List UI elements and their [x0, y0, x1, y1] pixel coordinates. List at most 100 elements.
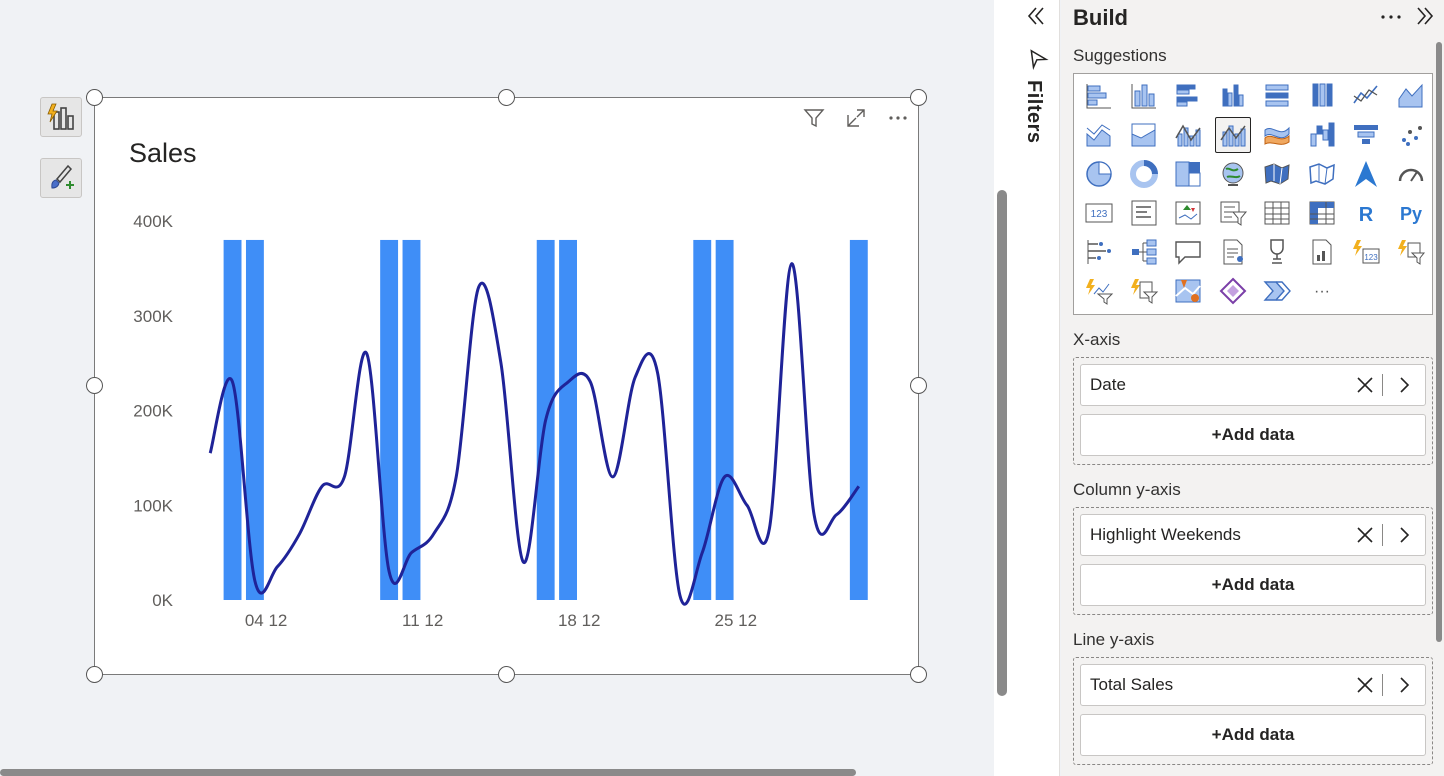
collapse-left-icon[interactable] — [1024, 4, 1048, 34]
filters-label[interactable]: Filters — [1022, 80, 1045, 144]
svg-text:R: R — [1359, 204, 1374, 226]
weekend-bar — [693, 239, 712, 600]
goals-icon[interactable] — [1259, 234, 1295, 270]
clustered-bar-icon[interactable] — [1170, 78, 1206, 114]
pane-title: Build — [1073, 5, 1128, 30]
clustered-column-icon[interactable] — [1215, 78, 1251, 114]
line-y-axis-label: Line y-axis — [1073, 630, 1155, 649]
line-y-axis-field[interactable]: Total Sales — [1080, 664, 1426, 706]
area-chart-icon[interactable] — [1393, 78, 1429, 114]
stacked-area-icon[interactable] — [1081, 117, 1117, 153]
map-icon[interactable] — [1215, 156, 1251, 192]
combo-chart-visual[interactable]: Sales 0K 100K 200K 300K 400K 04 12 11 12 18 12 2… — [94, 97, 919, 675]
decomposition-tree-icon[interactable] — [1126, 234, 1162, 270]
resize-handle[interactable] — [498, 666, 515, 683]
donut-chart-icon[interactable] — [1126, 156, 1162, 192]
weekend-bar — [402, 239, 421, 600]
resize-handle[interactable] — [910, 666, 927, 683]
funnel-icon[interactable] — [1348, 117, 1384, 153]
azure-map-icon[interactable] — [1348, 156, 1384, 192]
weekend-bar — [559, 239, 577, 600]
y-tick-label: 400K — [133, 212, 173, 231]
smart-slicer-icon[interactable] — [1126, 273, 1162, 309]
key-influencers-icon[interactable] — [1081, 234, 1117, 270]
remove-field-icon[interactable] — [1348, 665, 1382, 705]
expand-right-icon[interactable] — [1413, 2, 1437, 36]
more-visuals-icon[interactable]: ··· — [1304, 273, 1340, 309]
filled-map-icon[interactable] — [1259, 156, 1295, 192]
pie-chart-icon[interactable] — [1081, 156, 1117, 192]
scatter-icon[interactable] — [1393, 117, 1429, 153]
r-visual-icon[interactable]: R — [1348, 195, 1384, 231]
100-stacked-column-icon[interactable] — [1304, 78, 1340, 114]
horizontal-scrollbar[interactable] — [0, 769, 856, 776]
slicer-icon[interactable] — [1215, 195, 1251, 231]
power-apps-icon[interactable]: 123 — [1348, 234, 1384, 270]
x-axis-well[interactable]: Date +Add data — [1073, 357, 1433, 465]
100-stacked-bar-icon[interactable] — [1259, 78, 1295, 114]
remove-field-icon[interactable] — [1348, 515, 1382, 555]
y-tick-label: 300K — [133, 307, 173, 326]
field-name: Highlight Weekends — [1090, 525, 1241, 544]
multi-row-card-icon[interactable] — [1126, 195, 1162, 231]
smart-visual-icon — [47, 103, 74, 130]
chevron-right-icon[interactable] — [1383, 665, 1425, 705]
format-visual-button[interactable] — [40, 158, 82, 198]
resize-handle[interactable] — [86, 377, 103, 394]
power-automate-icon[interactable] — [1393, 234, 1429, 270]
waterfall-icon[interactable] — [1304, 117, 1340, 153]
100-stacked-area-icon[interactable] — [1126, 117, 1162, 153]
filter-funnel-icon[interactable] — [1027, 48, 1049, 75]
card-icon[interactable]: 123 — [1081, 195, 1117, 231]
smart-filter-icon[interactable] — [1081, 273, 1117, 309]
x-tick-label: 04 12 — [245, 611, 288, 630]
y-tick-label: 200K — [133, 402, 173, 421]
python-visual-icon[interactable]: Py — [1393, 195, 1429, 231]
x-tick-label: 11 12 — [402, 611, 443, 630]
resize-handle[interactable] — [498, 89, 515, 106]
suggestions-label: Suggestions — [1073, 46, 1167, 65]
matrix-icon[interactable] — [1304, 195, 1340, 231]
svg-text:123: 123 — [1091, 209, 1108, 220]
add-data-button[interactable]: +Add data — [1080, 414, 1426, 456]
paginated-report-icon[interactable] — [1304, 234, 1340, 270]
resize-handle[interactable] — [910, 89, 927, 106]
svg-text:Py: Py — [1399, 204, 1421, 224]
chevron-right-icon[interactable] — [1383, 365, 1425, 405]
pane-scrollbar[interactable] — [1436, 42, 1442, 642]
remove-field-icon[interactable] — [1348, 365, 1382, 405]
add-data-button[interactable]: +Add data — [1080, 564, 1426, 606]
x-axis-field[interactable]: Date — [1080, 364, 1426, 406]
gauge-icon[interactable] — [1393, 156, 1429, 192]
total-sales-line — [208, 262, 861, 606]
line-clustered-column-icon[interactable] — [1214, 117, 1251, 153]
column-y-axis-field[interactable]: Highlight Weekends — [1080, 514, 1426, 556]
visual-suggest-button[interactable] — [40, 97, 82, 137]
add-data-button[interactable]: +Add data — [1080, 714, 1426, 756]
stacked-bar-icon[interactable] — [1081, 78, 1117, 114]
y-tick-label: 0K — [152, 591, 173, 610]
smart-narrative-icon[interactable] — [1215, 234, 1251, 270]
treemap-icon[interactable] — [1170, 156, 1206, 192]
line-chart-icon[interactable] — [1348, 78, 1384, 114]
chevron-right-icon[interactable] — [1383, 515, 1425, 555]
resize-handle[interactable] — [86, 89, 103, 106]
line-y-axis-well[interactable]: Total Sales +Add data — [1073, 657, 1433, 765]
power-automate-arrow-icon[interactable] — [1259, 273, 1295, 309]
y-tick-label: 100K — [133, 496, 173, 515]
ribbon-chart-icon[interactable] — [1259, 117, 1295, 153]
power-apps-diamond-icon[interactable] — [1215, 273, 1251, 309]
qa-icon[interactable] — [1170, 234, 1206, 270]
field-name: Date — [1090, 375, 1126, 394]
table-icon[interactable] — [1259, 195, 1295, 231]
vertical-scrollbar[interactable] — [997, 190, 1007, 696]
shape-map-icon[interactable] — [1304, 156, 1340, 192]
arcgis-icon[interactable] — [1170, 273, 1206, 309]
stacked-column-icon[interactable] — [1126, 78, 1162, 114]
kpi-icon[interactable] — [1170, 195, 1206, 231]
more-options-icon[interactable] — [1379, 2, 1405, 36]
resize-handle[interactable] — [86, 666, 103, 683]
column-y-axis-well[interactable]: Highlight Weekends +Add data — [1073, 507, 1433, 615]
resize-handle[interactable] — [910, 377, 927, 394]
line-stacked-column-icon[interactable] — [1170, 117, 1206, 153]
